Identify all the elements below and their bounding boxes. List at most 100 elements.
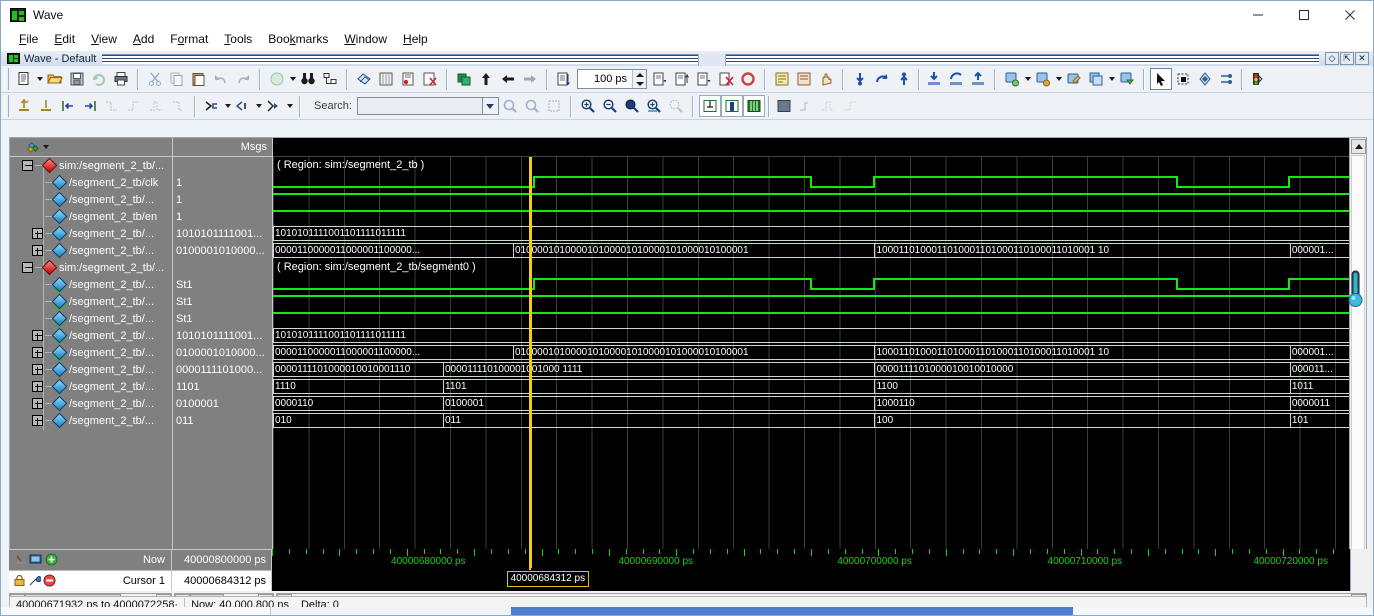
signal-group-icon[interactable] <box>26 141 41 154</box>
undo-icon[interactable] <box>210 68 232 90</box>
signal-row[interactable]: /segment_2_tb/... <box>10 225 172 242</box>
expand-icon[interactable] <box>32 228 43 239</box>
signal-row[interactable]: /segment_2_tb/... <box>10 361 172 378</box>
waveform-row[interactable] <box>273 208 1349 225</box>
find-falling-edge-icon[interactable] <box>101 95 123 117</box>
zoom-cursor-icon[interactable] <box>643 95 665 117</box>
restore-icon[interactable]: ⇱ <box>1340 52 1354 65</box>
radio-sphere-icon[interactable] <box>266 68 288 90</box>
signal-row[interactable]: /segment_2_tb/... <box>10 276 172 293</box>
copy-icon[interactable] <box>166 68 188 90</box>
restart-icon[interactable] <box>453 68 475 90</box>
select-arrow-icon[interactable] <box>1150 68 1172 90</box>
goto-next-icon[interactable] <box>871 68 893 90</box>
delete-cursor-icon[interactable] <box>35 95 57 117</box>
search-next-icon[interactable] <box>521 95 543 117</box>
redo-icon[interactable] <box>232 68 254 90</box>
bookmark-goto-icon[interactable] <box>1032 68 1054 90</box>
search-box[interactable] <box>356 97 505 115</box>
run-left-icon[interactable] <box>497 68 519 90</box>
waveform-canvas[interactable]: ( Region: sim:/segment_2_tb ) ( Region: s… <box>273 138 1349 568</box>
run-all-icon[interactable] <box>693 68 715 90</box>
wave-compare-icon[interactable] <box>397 68 419 90</box>
run-continue-icon[interactable] <box>671 68 693 90</box>
zoom-out-icon[interactable] <box>599 95 621 117</box>
bookmark-copy-icon[interactable] <box>1085 68 1107 90</box>
format-pulse-icon[interactable] <box>817 95 839 117</box>
waveform-row[interactable]: 0000110 0100001 1000110 0000011 <box>273 395 1349 412</box>
undock-icon[interactable]: ◇ <box>1325 52 1339 65</box>
signal-row[interactable]: /segment_2_tb/... <box>10 344 172 361</box>
toolbar-handle-1[interactable] <box>4 68 9 90</box>
run-length-icon[interactable] <box>553 68 575 90</box>
bookmark-edit-icon[interactable] <box>1063 68 1085 90</box>
waveform-row[interactable]: 0000110000011000001100000... 010000101000… <box>273 344 1349 361</box>
expand-tree-icon[interactable] <box>319 68 341 90</box>
collapse-icon[interactable] <box>22 160 33 171</box>
find-rising-edge-icon[interactable] <box>123 95 145 117</box>
expand-icon[interactable] <box>32 245 43 256</box>
goto-next-transition-icon[interactable] <box>945 68 967 90</box>
signal-row[interactable]: /segment_2_tb/... <box>10 327 172 344</box>
waveform-row[interactable] <box>273 174 1349 191</box>
run-up-icon[interactable] <box>475 68 497 90</box>
close-icon[interactable]: ✕ <box>1355 52 1369 65</box>
zoom-region-icon[interactable] <box>665 95 687 117</box>
wave-cursor-line[interactable] <box>529 157 533 568</box>
break-icon[interactable] <box>715 68 737 90</box>
toolbar-handle-2[interactable] <box>4 95 9 117</box>
signal-row[interactable]: /segment_2_tb/... <box>10 395 172 412</box>
minimize-button[interactable] <box>1235 1 1281 29</box>
new-file-icon[interactable] <box>13 68 35 90</box>
signal-row[interactable]: /segment_2_tb/... <box>10 191 172 208</box>
expand-icon[interactable] <box>32 364 43 375</box>
menu-file[interactable]: File <box>11 30 46 48</box>
waveform-row[interactable]: 1110 1101 1100 1011 <box>273 378 1349 395</box>
signal-row[interactable]: /segment_2_tb/... <box>10 412 172 429</box>
maximize-button[interactable] <box>1281 1 1327 29</box>
insert-cursor-icon[interactable]: + <box>13 95 35 117</box>
wave-vertical-scrollbar[interactable] <box>1349 138 1366 568</box>
expand-icon[interactable] <box>32 415 43 426</box>
goto-prev-transition-icon[interactable] <box>967 68 989 90</box>
signal-row[interactable]: /segment_2_tb/clk <box>10 174 172 191</box>
bookmark-add-dropdown-icon[interactable] <box>1023 68 1032 90</box>
open-icon[interactable] <box>44 68 66 90</box>
menu-view[interactable]: View <box>83 30 125 48</box>
format-step-icon[interactable] <box>795 95 817 117</box>
wave-edit-delete-icon[interactable] <box>793 68 815 90</box>
scroll-track[interactable] <box>1351 155 1365 551</box>
search-dropdown-icon[interactable] <box>482 97 499 115</box>
find-binoculars-icon[interactable] <box>297 68 319 90</box>
signal-row[interactable]: sim:/segment_2_tb/... <box>10 157 172 174</box>
cursor-label-cell[interactable]: Cursor 1 <box>9 570 172 591</box>
cut-icon[interactable] <box>144 68 166 90</box>
save-icon[interactable] <box>66 68 88 90</box>
menu-format[interactable]: Format <box>162 30 216 48</box>
goto-first-icon[interactable] <box>849 68 871 90</box>
wave-grid-icon[interactable] <box>375 68 397 90</box>
signal-row[interactable]: /segment_2_tb/... <box>10 242 172 259</box>
time-ruler[interactable]: 40000680000 ps 40000690000 ps 40000700000 … <box>272 549 1350 570</box>
waveform-row[interactable] <box>273 310 1349 327</box>
waveform-pattern-icon[interactable] <box>1194 68 1216 90</box>
goto-first-transition-icon[interactable] <box>923 68 945 90</box>
drag-hand-icon[interactable] <box>815 68 837 90</box>
stop-icon[interactable] <box>737 68 759 90</box>
format-edge-icon[interactable] <box>839 95 861 117</box>
expand-icon[interactable] <box>32 330 43 341</box>
waveform-row[interactable]: 1010101111001101111011111 <box>273 327 1349 344</box>
goto-last-icon[interactable] <box>893 68 915 90</box>
waveform-row[interactable]: 0000111101000010010001110 000011110100001… <box>273 361 1349 378</box>
signal-row[interactable]: /segment_2_tb/... <box>10 378 172 395</box>
format-literal-icon[interactable] <box>698 95 721 117</box>
menu-help[interactable]: Help <box>395 30 436 48</box>
signal-props-icon[interactable] <box>1216 68 1238 90</box>
cursor-prev-icon[interactable] <box>57 95 79 117</box>
close-button[interactable] <box>1327 1 1373 29</box>
cursor-next-icon[interactable] <box>79 95 101 117</box>
timestep-spinner[interactable]: 100 ps <box>577 69 647 89</box>
paste-icon[interactable] <box>188 68 210 90</box>
bookmark-goto-dropdown-icon[interactable] <box>1054 68 1063 90</box>
find-next-event-icon[interactable] <box>167 95 189 117</box>
